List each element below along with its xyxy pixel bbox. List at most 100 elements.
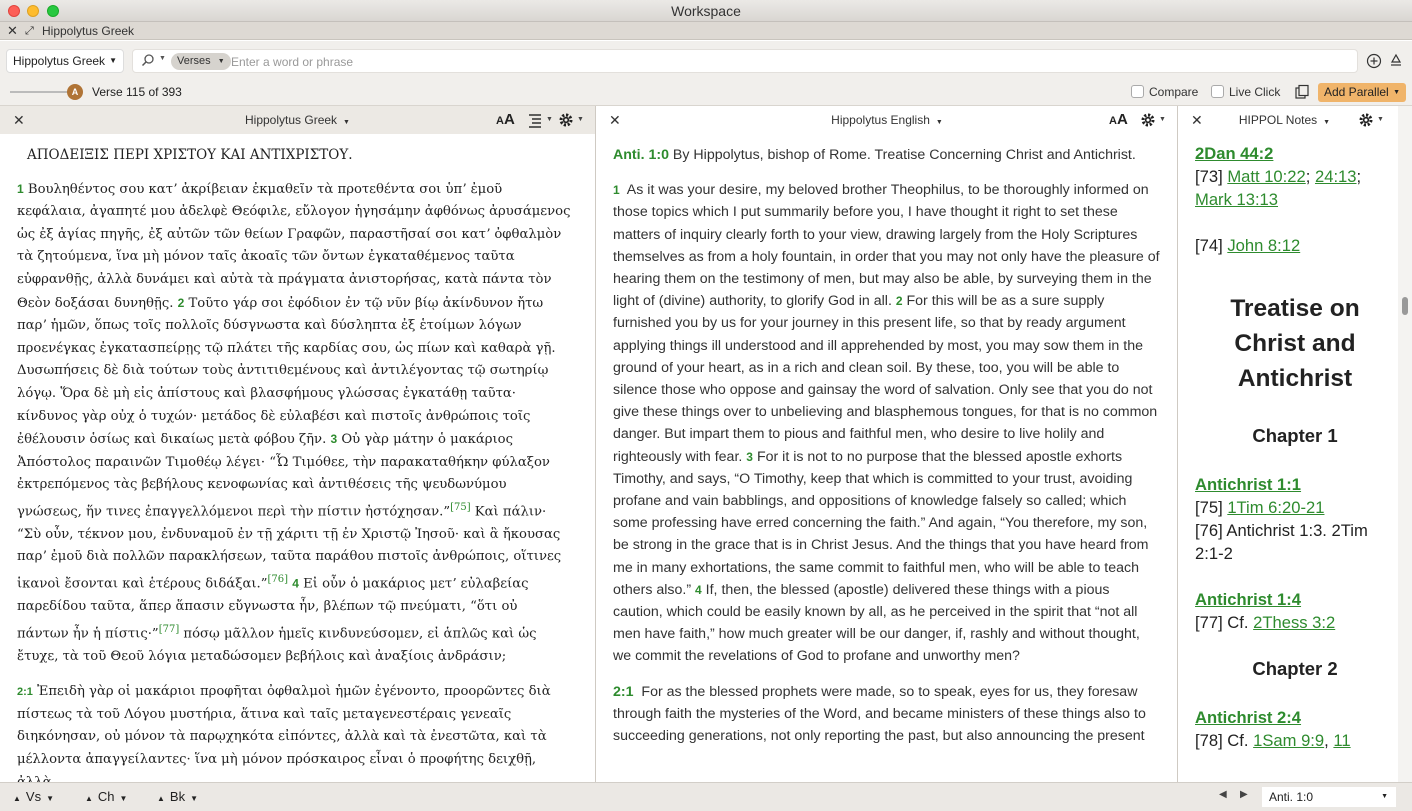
english-panel-title[interactable]: Hippolytus English ▼: [597, 106, 1177, 137]
notes-chapter-heading: Chapter 2: [1252, 658, 1338, 679]
verse-slider-track[interactable]: [10, 91, 72, 93]
gear-icon[interactable]: [558, 112, 574, 128]
verse-nav[interactable]: ▲ Vs ▼: [8, 789, 59, 804]
verse-number[interactable]: 1: [613, 183, 620, 197]
verse-reference[interactable]: Anti. 1:0: [613, 147, 669, 163]
add-parallel-button[interactable]: Add Parallel ▼: [1318, 83, 1406, 102]
resource-selector[interactable]: Hippolytus Greek ▼: [6, 49, 124, 73]
note-reference[interactable]: Antichrist 2:4: [1195, 706, 1395, 729]
english-verse-text: By Hippolytus, bishop of Rome. Treatise …: [672, 147, 1136, 163]
close-tab-icon[interactable]: ✕: [7, 22, 18, 40]
scripture-link[interactable]: Matt 10:22: [1227, 167, 1305, 186]
chevron-up-icon[interactable]: ▲: [13, 794, 21, 803]
list-format-icon[interactable]: [527, 112, 543, 128]
english-verse-text: For as the blessed prophets were made, s…: [613, 683, 1146, 745]
search-scope-dropdown[interactable]: Verses ▼: [171, 53, 231, 70]
window-minimize-button[interactable]: [27, 5, 39, 17]
english-verse-text: If, then, the blessed (apostle) delivere…: [613, 581, 1140, 665]
verse-number[interactable]: 4: [292, 576, 299, 590]
note-number: [77] Cf.: [1195, 613, 1249, 632]
chevron-down-icon[interactable]: ▼: [190, 794, 198, 803]
note-reference[interactable]: Antichrist 1:1: [1195, 473, 1395, 496]
chevron-down-icon: ▼: [217, 58, 225, 65]
chevron-down-icon: ▼: [1381, 793, 1388, 800]
tab-title[interactable]: Hippolytus Greek: [42, 22, 134, 40]
chevron-down-icon[interactable]: ▼: [120, 794, 128, 803]
scripture-link[interactable]: 2Thess 3:2: [1253, 613, 1335, 632]
verse-slider-knob[interactable]: A: [67, 84, 83, 100]
chevron-down-icon[interactable]: ▼: [1159, 106, 1166, 134]
window-zoom-button[interactable]: [47, 5, 59, 17]
reference-field[interactable]: Anti. 1:0 ▼: [1262, 787, 1396, 807]
notes-scrollbar[interactable]: [1398, 106, 1412, 782]
notes-panel: ✕ HIPPOL Notes ▼ ▼ 2Dan 44:2 [73] Matt 10…: [1179, 106, 1398, 782]
compare-label: Compare: [1149, 85, 1199, 99]
verse-reference[interactable]: 2:1: [613, 684, 634, 700]
note-entry: [75] 1Tim 6:20-21: [1195, 496, 1395, 519]
verse-reference[interactable]: 2:1: [17, 686, 33, 698]
chevron-down-icon[interactable]: ▼: [46, 794, 54, 803]
checkbox-box[interactable]: [1211, 85, 1224, 98]
greek-text: ΑΠΟΔΕΙΞΙΣ ΠΕΡΙ ΧΡΙΣΤΟΥ ΚΑΙ ΑΝΤΙΧΡΙΣΤΟΥ. …: [17, 144, 572, 782]
book-nav[interactable]: ▲ Bk ▼: [152, 789, 203, 804]
note-entry: [77] Cf. 2Thess 3:2: [1195, 611, 1395, 634]
chevron-down-icon[interactable]: ▼: [577, 106, 584, 134]
back-icon[interactable]: ◀: [1219, 789, 1227, 800]
search-options-chevron-icon[interactable]: ▼: [159, 55, 166, 62]
scripture-link[interactable]: 24:13: [1315, 167, 1357, 186]
scripture-link[interactable]: 1Tim 6:20-21: [1227, 498, 1324, 517]
scripture-link[interactable]: John 8:12: [1227, 236, 1300, 255]
footnote-link[interactable]: [75]: [450, 502, 471, 513]
notes-panel-title-text: HIPPOL Notes: [1238, 113, 1318, 127]
verse-number[interactable]: 3: [746, 450, 753, 464]
search-scope-label: Verses: [177, 55, 211, 67]
note-entry: [73] Matt 10:22; 24:13; Mark 13:13: [1195, 165, 1395, 211]
scrollbar-thumb[interactable]: [1402, 297, 1408, 315]
chapter-nav[interactable]: ▲ Ch ▼: [80, 789, 132, 804]
font-size-icon[interactable]: AA: [1109, 106, 1128, 135]
notes-book-title: Treatise on Christ and Antichrist: [1230, 295, 1360, 392]
checkbox-box[interactable]: [1131, 85, 1144, 98]
english-panel-header: ✕ Hippolytus English ▼ AA ▼: [597, 106, 1177, 134]
chevron-up-icon[interactable]: ▲: [85, 794, 93, 803]
note-reference[interactable]: 2Dan 44:2: [1195, 142, 1395, 165]
scripture-link[interactable]: Mark 13:13: [1195, 190, 1278, 209]
compare-checkbox[interactable]: Compare: [1131, 85, 1198, 99]
greek-paragraph: 2:1 Ἐπειδὴ γὰρ οἱ μακάριοι προφῆται ὀφθα…: [17, 681, 572, 782]
note-separator: ;: [1305, 167, 1311, 186]
font-size-icon[interactable]: AA: [496, 106, 515, 135]
scripture-link[interactable]: 1Sam 9:9: [1253, 731, 1324, 750]
verse-number[interactable]: 2: [896, 294, 903, 308]
verse-number[interactable]: 4: [695, 583, 702, 597]
footnote-link[interactable]: [76]: [267, 574, 288, 585]
footnote-link[interactable]: [77]: [159, 624, 180, 635]
verse-number[interactable]: 1: [17, 182, 24, 196]
verse-number[interactable]: 2: [178, 296, 185, 310]
forward-icon[interactable]: ▶: [1240, 789, 1248, 800]
recycle-icon[interactable]: [1388, 53, 1404, 69]
book-nav-label: Bk: [169, 789, 186, 804]
fullscreen-icon[interactable]: ⤢: [25, 22, 34, 40]
search-field[interactable]: ▼ Verses ▼: [132, 49, 1358, 73]
note-number: [74]: [1195, 236, 1223, 255]
chevron-up-icon[interactable]: ▲: [157, 794, 165, 803]
search-input[interactable]: [231, 52, 1331, 71]
search-icon[interactable]: [141, 53, 155, 67]
notes-text: 2Dan 44:2 [73] Matt 10:22; 24:13; Mark 1…: [1195, 142, 1395, 752]
gear-icon[interactable]: [1140, 112, 1156, 128]
english-verse-text: For this will be as a sure supply furnis…: [613, 293, 1158, 465]
verse-number[interactable]: 3: [330, 432, 337, 446]
resource-selector-label: Hippolytus Greek: [13, 54, 106, 68]
chevron-down-icon[interactable]: ▼: [546, 106, 553, 134]
live-click-checkbox[interactable]: Live Click: [1211, 85, 1280, 99]
layout-icon[interactable]: [1294, 84, 1310, 100]
note-reference[interactable]: Antichrist 1:4: [1195, 588, 1395, 611]
gear-icon[interactable]: [1358, 112, 1374, 128]
english-panel-title-text: Hippolytus English: [831, 113, 930, 127]
greek-panel-title-text: Hippolytus Greek: [245, 113, 338, 127]
control-bar: A Verse 115 of 393 Compare Live Click Ad…: [0, 79, 1412, 106]
add-circle-icon[interactable]: [1366, 53, 1382, 69]
scripture-link[interactable]: 11: [1333, 731, 1350, 750]
chevron-down-icon[interactable]: ▼: [1377, 106, 1384, 134]
window-close-button[interactable]: [8, 5, 20, 17]
